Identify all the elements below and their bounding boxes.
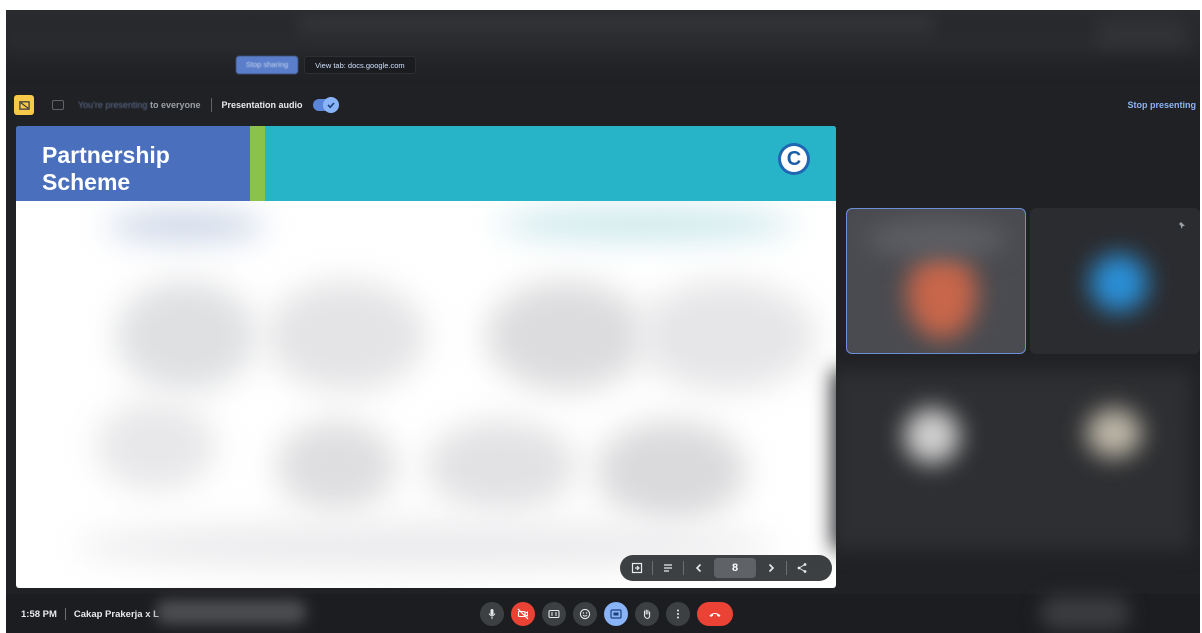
- participant-tile[interactable]: [866, 380, 1006, 490]
- slides-icon: [18, 100, 30, 110]
- present-now-button[interactable]: [604, 602, 628, 626]
- blurred-side-controls: [1040, 596, 1130, 630]
- participant-tile[interactable]: [1030, 208, 1200, 354]
- microphone-button[interactable]: [480, 602, 504, 626]
- participant-tile[interactable]: [846, 208, 1026, 354]
- exit-icon: [631, 562, 643, 574]
- camera-off-icon: [517, 608, 529, 620]
- exit-slideshow-button[interactable]: [626, 557, 648, 579]
- slide-title-line-1: Partnership: [42, 142, 170, 168]
- emoji-reaction-button[interactable]: [573, 602, 597, 626]
- call-controls: [480, 602, 733, 626]
- stop-sharing-button[interactable]: Stop sharing: [236, 56, 299, 74]
- meet-window: Stop sharing View tab: docs.google.com Y…: [6, 10, 1200, 633]
- slide-accent-bar: [250, 126, 265, 201]
- chevron-right-icon: [768, 563, 775, 573]
- hang-up-icon: [709, 613, 721, 617]
- blurred-slide-content: [16, 201, 836, 588]
- present-screen-icon: [610, 609, 622, 619]
- more-vertical-icon: [677, 609, 679, 619]
- meeting-control-bar: 1:58 PM Cakap Prakerja x L: [6, 594, 1200, 633]
- leave-call-button[interactable]: [697, 602, 733, 626]
- blurred-address-bar: [6, 38, 1200, 50]
- divider: [210, 98, 212, 112]
- more-options-button[interactable]: [666, 602, 690, 626]
- presentation-slide: Partnership Scheme C: [16, 126, 836, 588]
- logo-letter: C: [781, 146, 807, 172]
- browser-top-area: [6, 10, 1200, 84]
- present-notes-button[interactable]: [14, 95, 34, 115]
- previous-slide-button[interactable]: [688, 557, 710, 579]
- cakap-logo: C: [778, 143, 810, 175]
- notes-icon: [664, 564, 672, 572]
- camera-button[interactable]: [511, 602, 535, 626]
- slide-header: Partnership Scheme C: [16, 126, 836, 201]
- captions-icon: [548, 609, 560, 619]
- share-bar: Stop sharing View tab: docs.google.com: [236, 56, 416, 74]
- chevron-left-icon: [695, 563, 702, 573]
- present-screen-icon: [52, 100, 64, 110]
- blurred-meeting-name: [156, 600, 306, 624]
- meeting-name: Cakap Prakerja x L: [73, 608, 159, 620]
- pin-icon[interactable]: [1178, 218, 1188, 229]
- blurred-corner: [1096, 18, 1186, 48]
- divider: [652, 561, 653, 575]
- slide-controls: 8: [620, 555, 832, 581]
- divider: [786, 561, 787, 575]
- speaker-notes-button[interactable]: [657, 557, 679, 579]
- emoji-icon: [579, 608, 591, 620]
- check-icon: [326, 102, 335, 109]
- blurred-tab-strip: [296, 16, 936, 32]
- slide-title-line-2: Scheme: [42, 169, 131, 195]
- divider: [64, 608, 66, 620]
- stop-presenting-button[interactable]: Stop presenting: [1127, 100, 1196, 110]
- hand-icon: [643, 609, 651, 620]
- presenting-status: You're presenting to everyone: [78, 100, 201, 110]
- participant-tile[interactable]: [1046, 380, 1186, 490]
- toggle-knob: [322, 97, 339, 113]
- presentation-audio-label: Presentation audio: [221, 100, 303, 110]
- meeting-time: 1:58 PM: [21, 608, 57, 620]
- view-tab-button[interactable]: View tab: docs.google.com: [304, 56, 416, 74]
- raise-hand-button[interactable]: [635, 602, 659, 626]
- share-icon: [797, 563, 807, 573]
- presentation-audio-toggle[interactable]: [312, 97, 339, 113]
- presenting-bar: You're presenting to everyone Presentati…: [14, 92, 1200, 118]
- meeting-info: 1:58 PM Cakap Prakerja x L: [21, 608, 159, 620]
- slide-title: Partnership Scheme: [42, 142, 242, 196]
- slide-number-field[interactable]: 8: [714, 558, 756, 578]
- captions-button[interactable]: [542, 602, 566, 626]
- divider: [683, 561, 684, 575]
- microphone-icon: [488, 609, 496, 619]
- share-slide-button[interactable]: [791, 557, 813, 579]
- next-slide-button[interactable]: [760, 557, 782, 579]
